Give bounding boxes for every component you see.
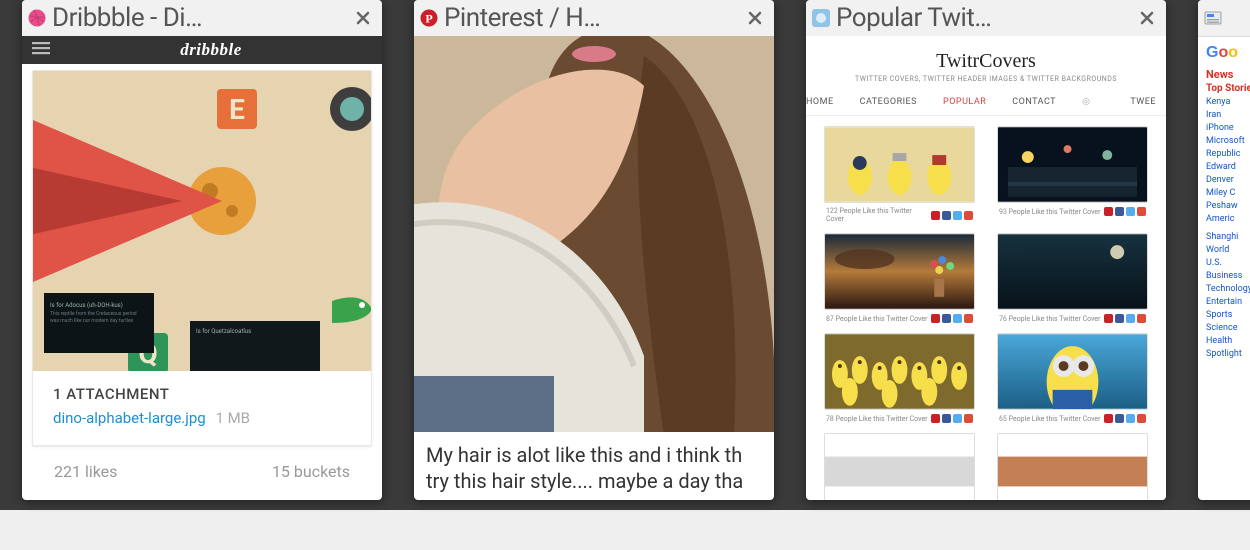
cover-likes: 93 People Like this Twitter Cover [999,208,1101,216]
tab-title: Dribbble - Di… [52,5,346,31]
cover-thumb[interactable] [997,233,1148,310]
attachment-file-size: 1 MB [215,409,250,427]
headline-list: KenyaIraniPhoneMicrosoftRepublicEdwardDe… [1206,96,1250,226]
share-icons[interactable] [1104,207,1146,216]
buckets-count: 15 buckets [272,462,350,481]
cover-likes: 65 People Like this Twitter Cover [999,415,1101,423]
cover-likes: 76 People Like this Twitter Cover [999,315,1101,323]
cover-thumb[interactable] [997,333,1148,410]
news-section-link[interactable]: Spotlight [1206,349,1250,359]
news-section-link[interactable]: Entertain [1206,297,1250,307]
headline-link[interactable]: Edward [1206,161,1250,174]
attachment-file-link[interactable]: dino-alphabet-large.jpg [53,409,206,427]
news-section-link[interactable]: Technology [1206,284,1250,294]
pin-caption: My hair is alot like this and i think th… [414,432,774,494]
google-logo: Goo [1206,44,1250,62]
tab-card-dribbble[interactable]: Dribbble - Di… dribbble [22,0,382,500]
share-icons[interactable] [1104,314,1146,323]
cover-thumb[interactable] [824,126,975,203]
shot-stats-bar: 221 likes 15 buckets [32,446,372,495]
headline-link[interactable]: Kenya [1206,96,1250,109]
headline-link[interactable]: Iran [1206,109,1250,122]
dribbble-logo: dribbble [50,40,372,60]
svg-text:was much like our modern day t: was much like our modern day turtles [50,318,134,324]
cover-thumb[interactable] [824,333,975,410]
news-section-link[interactable]: Business [1206,271,1250,281]
svg-text:E: E [229,93,245,126]
tab-card-twitrcovers[interactable]: Popular Twit… TwitrCovers TWITTER COVERS… [806,0,1166,500]
pin-image[interactable] [414,36,774,432]
cover-likes: 122 People Like this Twitter Cover [826,207,931,223]
svg-text:Is for Adocus (uh-DOH-kus): Is for Adocus (uh-DOH-kus) [50,302,123,309]
dribbble-header-bar: dribbble [22,36,382,64]
headline-link[interactable]: Microsoft [1206,135,1250,148]
cover-thumb[interactable] [824,433,975,500]
news-section-link[interactable]: Health [1206,336,1250,346]
news-section-link[interactable]: Shanghi [1206,232,1250,242]
dribbble-shot-card[interactable]: E Q Is for Adocus (uh-DOH-kus) This rept… [32,70,372,446]
dribbble-favicon [28,9,46,27]
tab-card-pinterest[interactable]: P Pinterest / H… [414,0,774,500]
tab-card-google-news[interactable]: Goo News Top Stories KenyaIraniPhoneMicr… [1198,0,1250,500]
headline-link[interactable]: Republic [1206,148,1250,161]
pinterest-favicon: P [420,9,438,27]
shot-image: E Q Is for Adocus (uh-DOH-kus) This rept… [33,71,371,371]
tab-close-button[interactable] [352,7,374,29]
bottom-system-bar [0,510,1250,550]
headline-link[interactable]: Americ [1206,213,1250,226]
cover-likes: 87 People Like this Twitter Cover [826,315,928,323]
hamburger-icon[interactable] [32,39,50,61]
nav-tweet[interactable]: TWEE [1130,97,1166,107]
svg-text:P: P [425,12,432,26]
cover-thumb[interactable] [997,126,1148,203]
news-section-link[interactable]: U.S. [1206,258,1250,268]
site-nav: HOME CATEGORIES POPULAR CONTACT ◎ TWEE [806,97,1166,116]
share-icons[interactable] [931,211,973,220]
tab-close-button[interactable] [744,7,766,29]
nav-rss-icon[interactable]: ◎ [1082,97,1090,107]
nav-popular[interactable]: POPULAR [943,97,986,107]
site-subtitle: TWITTER COVERS, TWITTER HEADER IMAGES & … [806,75,1166,83]
news-section-link[interactable]: Sports [1206,310,1250,320]
site-title: TwitrCovers [806,50,1166,73]
share-icons[interactable] [931,314,973,323]
headline-link[interactable]: Denver [1206,174,1250,187]
cover-thumb[interactable] [997,433,1148,500]
cover-thumb[interactable] [824,233,975,310]
svg-text:Is for Quetzalcoatlus: Is for Quetzalcoatlus [196,328,251,335]
tab-title: Popular Twit… [836,5,1130,31]
headline-link[interactable]: Peshaw [1206,200,1250,213]
attachment-header: 1 ATTACHMENT [53,385,351,403]
likes-count: 221 likes [54,462,117,481]
nav-contact[interactable]: CONTACT [1012,97,1056,107]
news-section-link[interactable]: Science [1206,323,1250,333]
share-icons[interactable] [1104,414,1146,423]
nav-categories[interactable]: CATEGORIES [860,97,917,107]
headline-link[interactable]: Miley C [1206,187,1250,200]
twitrcovers-favicon [812,9,830,27]
tab-close-button[interactable] [1136,7,1158,29]
tab-title: Pinterest / H… [444,5,738,31]
share-icons[interactable] [931,414,973,423]
nav-home[interactable]: HOME [806,97,834,107]
cover-likes: 78 People Like this Twitter Cover [826,415,928,423]
google-news-favicon [1204,9,1222,27]
svg-text:This reptile from the Cretaceo: This reptile from the Cretaceous period [50,310,137,317]
headline-link[interactable]: iPhone [1206,122,1250,135]
news-section-link[interactable]: World [1206,245,1250,255]
news-heading: News [1206,68,1250,81]
top-stories-label: Top Stories [1206,83,1250,94]
